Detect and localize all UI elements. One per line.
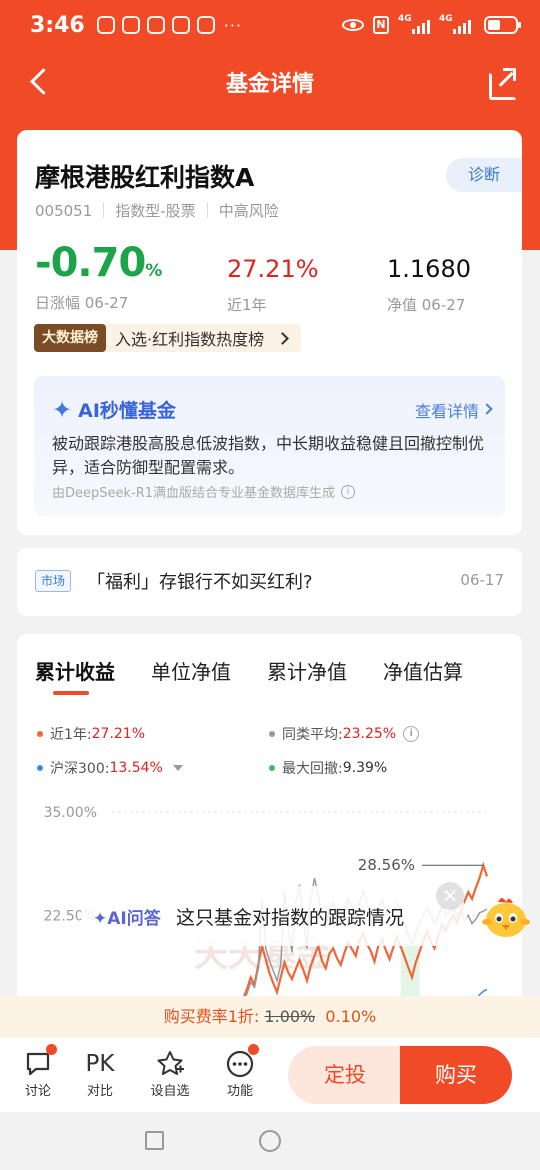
chevron-right-icon — [481, 403, 493, 415]
fund-type: 指数型-股票 — [115, 202, 196, 220]
notification-dot — [46, 1044, 57, 1055]
nav-label: 净值 06-27 — [387, 296, 466, 314]
chevron-right-icon — [276, 331, 289, 345]
fund-info-card: 摩根港股红利指数A 诊断 005051 指数型-股票 中高风险 -0.70% 日… — [17, 130, 522, 535]
purchase-fee-bar: 购买费率1折: 1.00% 0.10% — [0, 996, 540, 1038]
diagnose-button[interactable]: 诊断 — [446, 158, 522, 192]
original-fee: 1.00% — [264, 1007, 316, 1026]
bulb-app-icon — [196, 16, 215, 34]
ai-question-bubble[interactable]: ✦AI问答 这只基金对指数的跟踪情况 — [81, 886, 467, 946]
ranking-text: 入选·红利指数热度榜 — [115, 330, 265, 349]
tab-cumulative-nav[interactable]: 累计净值 — [267, 656, 347, 685]
fund-name: 摩根港股红利指数A — [35, 163, 255, 192]
legend-dot — [37, 765, 43, 771]
fund-code: 005051 — [35, 201, 93, 220]
share-icon[interactable] — [488, 68, 517, 100]
year-return-value: 27.21% — [227, 255, 319, 283]
auto-invest-button[interactable]: 定投 — [288, 1046, 402, 1104]
y-tick-label: 35.00% — [44, 805, 97, 821]
ai-summary-box: ✦ AI秒懂基金 查看详情 被动跟踪港股高股息低波指数，中长期收益稳健且回撤控制… — [34, 376, 505, 516]
notification-app-icon — [96, 16, 115, 34]
tab-cumulative-return[interactable]: 累计收益 — [35, 656, 115, 685]
fund-risk: 中高风险 — [218, 202, 279, 220]
performance-card: 累计收益 单位净值 累计净值 净值估算 近1年: 27.21% 同类平均: 23… — [17, 634, 522, 1054]
big-data-rank-tag: 大数据榜 — [34, 324, 106, 352]
ai-summary-source: 由DeepSeek-R1满血版结合专业基金数据库生成 i — [52, 482, 356, 501]
weibo-icon — [121, 16, 140, 34]
daily-change-stat: -0.70% 日涨幅 06-27 — [35, 240, 162, 313]
chart-tabs: 累计收益 单位净值 累计净值 净值估算 — [35, 656, 463, 685]
info-icon[interactable]: i — [403, 726, 420, 742]
legend-peer-average: 同类平均: 23.25% i — [269, 724, 420, 744]
nav-stat: 1.1680 净值 06-27 — [387, 248, 471, 315]
info-icon[interactable]: i — [341, 484, 356, 499]
year-return-label: 近1年 — [227, 296, 267, 314]
add-favorite-button[interactable]: 设自选 — [145, 1048, 195, 1099]
legend-hs300[interactable]: 沪深300: 13.54% — [37, 758, 183, 778]
bottom-action-bar: 讨论 PK 对比 设自选 功能 定投 购买 — [0, 1038, 540, 1112]
pk-icon: PK — [85, 1051, 115, 1077]
recent-apps-icon[interactable] — [145, 1131, 164, 1150]
market-tag: 市场 — [35, 570, 72, 592]
status-bar: 3:46 ··· N 4G 4G — [0, 0, 540, 50]
close-icon[interactable]: × — [436, 882, 464, 910]
news-title[interactable]: 「福利」存银行不如买红利? — [87, 568, 313, 594]
tab-nav-estimate[interactable]: 净值估算 — [383, 656, 463, 685]
legend-dot — [37, 731, 43, 737]
system-navigation-bar — [0, 1112, 540, 1170]
nav-bar: 基金详情 — [0, 52, 540, 112]
dropdown-triangle-icon[interactable] — [172, 765, 183, 771]
signal-icon-1: 4G — [398, 14, 430, 34]
notification-dot — [248, 1044, 259, 1055]
nav-value: 1.1680 — [387, 255, 471, 283]
ai-summary-title: ✦ AI秒懂基金 — [52, 395, 176, 424]
home-icon[interactable] — [259, 1130, 281, 1152]
buy-button[interactable]: 购买 — [400, 1046, 512, 1104]
discount-fee: 0.10% — [325, 1007, 377, 1026]
music-icon — [171, 16, 190, 34]
divider — [103, 203, 105, 218]
view-details-link[interactable]: 查看详情 — [415, 398, 479, 422]
tab-unit-nav[interactable]: 单位净值 — [151, 656, 231, 685]
legend-max-drawdown: 最大回撤: 9.39% — [269, 758, 387, 778]
star-plus-icon — [157, 1051, 184, 1075]
sparkle-icon: ✦ — [52, 395, 73, 424]
ai-question-text: 这只基金对指数的跟踪情况 — [176, 907, 405, 929]
ai-qa-label: ✦AI问答 — [93, 909, 161, 929]
legend-dot — [269, 731, 275, 737]
page-title: 基金详情 — [225, 72, 314, 97]
weibo-icon-2 — [146, 16, 165, 34]
legend-near-year: 近1年: 27.21% — [37, 724, 145, 744]
legend-dot — [269, 765, 275, 771]
more-notifications-icon: ··· — [223, 15, 242, 35]
eye-icon — [342, 19, 364, 31]
divider — [206, 203, 208, 218]
signal-icon-2: 4G — [439, 14, 471, 34]
active-tab-indicator — [53, 691, 89, 695]
battery-icon — [484, 16, 521, 34]
compare-button[interactable]: PK 对比 — [75, 1048, 125, 1099]
daily-change-label: 日涨幅 06-27 — [35, 294, 129, 312]
news-date: 06-17 — [460, 571, 504, 589]
discuss-button[interactable]: 讨论 — [13, 1044, 63, 1099]
year-return-stat: 27.21% 近1年 — [227, 248, 319, 315]
fund-meta: 005051 指数型-股票 中高风险 — [35, 200, 279, 221]
mascot-chick-icon[interactable] — [478, 892, 534, 940]
ai-summary-body: 被动跟踪港股高股息低波指数，中长期收益稳健且回撤控制优异，适合防御型配置需求。 — [52, 434, 485, 477]
status-time: 3:46 — [30, 12, 85, 38]
more-functions-button[interactable]: 功能 — [215, 1044, 265, 1099]
ranking-banner[interactable]: 大数据榜 入选·红利指数热度榜 — [34, 324, 302, 352]
peak-value-label: 28.56% — [358, 856, 415, 874]
nfc-icon: N — [373, 16, 389, 34]
daily-change-value: -0.70 — [35, 240, 146, 286]
news-card[interactable]: 市场 「福利」存银行不如买红利? 06-17 — [17, 548, 522, 616]
daily-change-unit: % — [145, 261, 162, 281]
